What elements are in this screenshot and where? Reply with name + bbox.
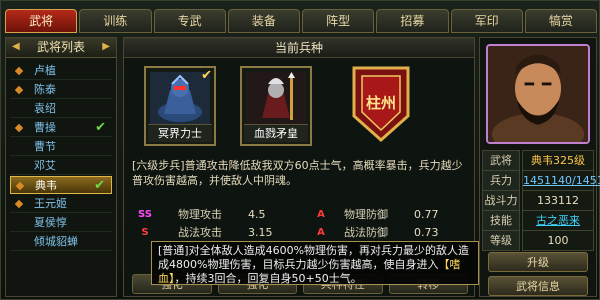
general-name: 典韦 [35,179,57,192]
stat-label: 战法攻击 [178,226,222,239]
diamond-icon [14,85,24,95]
stat-value: 4.5 [248,208,266,221]
general-list-title: 武将列表 [36,40,85,54]
stat-value: 0.73 [414,226,439,239]
general-item[interactable]: 袁绍 [10,100,112,118]
hero-portrait [486,44,590,144]
prev-page-icon[interactable]: ◀ [12,38,20,56]
troop-name: 冥界力士 [148,124,212,142]
check-icon: ✔ [95,120,106,135]
tab-recruit[interactable]: 招募 [376,9,449,33]
stat-label: 物理攻击 [178,208,222,221]
hero-level: 100 [522,230,594,251]
hero-info-panel: 武将 典韦325级 兵力 1451140/1451140 战斗力 133112 … [479,37,600,297]
hero-name-row: 武将 典韦325级 [480,150,596,171]
main-tabs: 武将 训练 专武 装备 阵型 招募 军印 犒赏 [5,9,597,33]
tooltip-text: [普通]对全体敌人造成4600%物理伤害，再对兵力最少的敌人造成4800%物理伤… [158,244,470,271]
tab-formation[interactable]: 阵型 [302,9,375,33]
hero-power-row: 战斗力 133112 [480,190,596,211]
hero-row-key: 战斗力 [482,190,520,211]
general-name: 邓艾 [34,159,56,172]
stat-value: 0.77 [414,208,439,221]
grade-badge: SS [138,209,152,220]
check-icon: ✔ [201,68,212,83]
tab-seal[interactable]: 军印 [450,9,523,33]
grade-badge: A [317,227,325,238]
general-item[interactable]: 邓艾 [10,157,112,175]
general-name: 曹操 [34,121,56,134]
general-name: 卢植 [34,64,56,77]
general-name: 袁绍 [34,102,56,115]
tab-equipment[interactable]: 装备 [227,9,300,33]
troop-description: [六级步兵]普通攻击降低敌我双方60点士气，高概率暴击，兵力越少普攻伤害越高，并… [132,159,463,187]
troop-card-1[interactable]: ✔ 冥界力士 [144,66,216,146]
general-item[interactable]: 夏侯惇 [10,214,112,232]
general-item[interactable]: 曹节 [10,138,112,156]
general-item[interactable]: 陈泰 [10,81,112,99]
general-list-header: ◀ 武将列表 ▶ [6,38,116,58]
hero-row-key: 等级 [482,230,520,251]
skill-tooltip: [普通]对全体敌人造成4600%物理伤害，再对兵力最少的敌人造成4800%物理伤… [151,241,479,285]
hero-info-button[interactable]: 武将信息 [488,276,588,296]
diamond-icon [14,199,24,209]
tab-generals[interactable]: 武将 [5,9,78,33]
diamond-icon [14,66,24,76]
game-window: 武将 训练 专武 装备 阵型 招募 军印 犒赏 ◀ 武将列表 ▶ 卢植 陈泰 袁… [0,0,600,300]
tab-reward[interactable]: 犒赏 [524,9,597,33]
stat-label: 战法防御 [344,226,388,239]
hero-row-key: 技能 [482,210,520,231]
troop-card-2[interactable]: 血戮矛皇 [240,66,312,146]
emblem-text: 柱州 [366,94,396,112]
hero-troops-link[interactable]: 1451140/1451140 [522,170,600,191]
general-name: 夏侯惇 [34,216,67,229]
general-name: 陈泰 [34,83,56,96]
general-item-selected[interactable]: 典韦 ✔ [10,176,112,194]
upgrade-button[interactable]: 升级 [488,252,588,272]
tab-training[interactable]: 训练 [79,9,152,33]
spear-warrior-icon [246,72,306,124]
stat-label: 物理防御 [344,208,388,221]
hero-name: 典韦325级 [522,150,594,171]
hero-skill-row: 技能 古之恶来 [480,210,596,231]
next-page-icon[interactable]: ▶ [102,38,110,56]
general-item[interactable]: 曹操 ✔ [10,119,112,137]
troop-name: 血戮矛皇 [244,124,308,142]
general-list: 卢植 陈泰 袁绍 曹操 ✔ 曹节 邓艾 典韦 ✔ 王元姬 夏侯惇 倾城貂蝉 [6,62,116,251]
hero-skill-link[interactable]: 古之恶来 [522,210,594,231]
general-name: 王元姬 [34,197,67,210]
general-item[interactable]: 倾城貂蝉 [10,233,112,251]
hero-row-key: 兵力 [482,170,520,191]
unit-emblem-icon: 柱州 [352,66,410,143]
diamond-icon [15,181,25,191]
general-item[interactable]: 王元姬 [10,195,112,213]
stat-row-tactic: S 战法攻击 3.15 A 战法防御 0.73 [132,224,468,242]
tab-special-weapon[interactable]: 专武 [153,9,226,33]
grade-badge: A [317,209,325,220]
tooltip-text-end: ，持续3回合，回复自身50+50士气。 [174,272,362,285]
general-list-panel: ◀ 武将列表 ▶ 卢植 陈泰 袁绍 曹操 ✔ 曹节 邓艾 典韦 ✔ 王元姬 夏侯惇 … [5,37,117,297]
hero-power: 133112 [522,190,594,211]
troop-panel-title: 当前兵种 [124,38,474,58]
general-name: 倾城貂蝉 [34,235,78,248]
hero-troops-row: 兵力 1451140/1451140 [480,170,600,191]
hero-row-key: 武将 [482,150,520,171]
stat-row-attack: SS 物理攻击 4.5 A 物理防御 0.77 [132,206,468,224]
general-item[interactable]: 卢植 [10,62,112,80]
check-icon: ✔ [94,178,105,193]
hero-level-row: 等级 100 [480,230,596,251]
diamond-icon [14,123,24,133]
grade-badge: S [141,227,149,238]
general-name: 曹节 [34,140,56,153]
stat-value: 3.15 [248,226,273,239]
